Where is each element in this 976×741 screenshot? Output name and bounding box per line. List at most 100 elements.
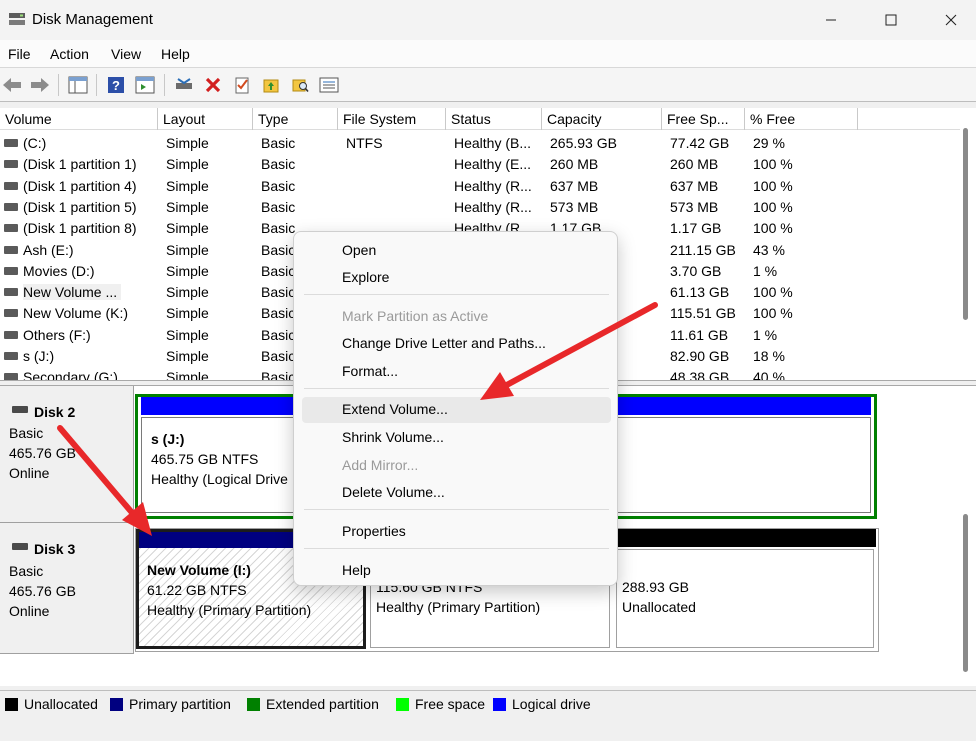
legend-label: Extended partition — [266, 696, 379, 712]
menu-item-explore[interactable]: Explore — [302, 265, 611, 291]
show-hide-action-pane-button[interactable] — [135, 75, 155, 95]
cell-layout: Simple — [166, 326, 209, 343]
maximize-button[interactable] — [868, 0, 914, 40]
column-header-file-system[interactable]: File System — [338, 108, 446, 130]
legend-primary-partition: Primary partition — [110, 696, 231, 712]
volume-list-scrollbar[interactable] — [961, 128, 969, 328]
volume-row[interactable]: (C:) Simple Basic NTFS Healthy (B... 265.93 G… — [0, 133, 960, 154]
cell-layout: Simple — [166, 156, 209, 173]
cell-capacity: 573 MB — [550, 198, 599, 215]
column-header-volume[interactable]: Volume — [0, 108, 158, 130]
cell-type: Basic — [261, 262, 296, 279]
menu-item-delete-volume[interactable]: Delete Volume... — [302, 480, 611, 506]
cell-free-space: 573 MB — [670, 198, 719, 215]
forward-arrow-icon — [31, 78, 49, 92]
column-header-layout[interactable]: Layout — [158, 108, 253, 130]
partition-name: New Volume (I:) — [147, 562, 251, 578]
column-header-free-space[interactable]: Free Sp... — [662, 108, 745, 130]
menu-item-format[interactable]: Format... — [302, 359, 611, 385]
toolbar-separator — [58, 74, 59, 96]
menu-separator — [304, 509, 609, 510]
menu-item-shrink-volume[interactable]: Shrink Volume... — [302, 425, 611, 451]
volume-row[interactable]: (Disk 1 partition 5) Simple Basic Healthy (… — [0, 197, 960, 218]
menu-item-open[interactable]: Open — [302, 238, 611, 264]
scrollbar-thumb[interactable] — [963, 128, 968, 320]
open-folder-button[interactable] — [261, 75, 281, 95]
cell-type: Basic — [261, 305, 296, 322]
menu-help[interactable]: Help — [161, 46, 190, 62]
folder-search-icon — [292, 79, 309, 93]
menu-item-mark-partition-active: Mark Partition as Active — [342, 308, 489, 324]
red-x-delete-icon — [205, 77, 221, 93]
view-list-button[interactable] — [319, 75, 339, 95]
cell-layout: Simple — [166, 348, 209, 364]
cell-volume: Secondary (G:) — [23, 369, 118, 380]
properties-button[interactable] — [232, 75, 252, 95]
volume-drive-icon — [4, 266, 18, 275]
svg-text:?: ? — [112, 78, 120, 93]
cell-layout: Simple — [166, 135, 209, 151]
cell-free-space: 211.15 GB — [670, 241, 736, 258]
menu-view[interactable]: View — [111, 46, 141, 62]
cell-free-space: 77.42 GB — [670, 135, 730, 151]
delete-button[interactable] — [203, 75, 223, 95]
menu-file[interactable]: File — [8, 46, 31, 62]
cell-capacity: 265.93 GB — [550, 135, 617, 151]
cell-status: Healthy (E... — [454, 156, 532, 173]
legend-swatch — [396, 697, 409, 711]
cell-free-space: 115.51 GB — [670, 305, 736, 322]
disk-name: Disk 3 — [34, 541, 76, 557]
title-bar: Disk Management — [0, 0, 976, 40]
volume-drive-icon — [4, 224, 18, 233]
cell-layout: Simple — [166, 284, 209, 301]
cell-percent-free: 100 % — [753, 284, 793, 301]
disk-3-label[interactable]: Disk 3 Basic 465.76 GB Online — [0, 523, 134, 654]
back-button[interactable] — [2, 75, 22, 95]
close-button[interactable] — [928, 0, 974, 40]
volume-row[interactable]: (Disk 1 partition 4) Simple Basic Healthy (… — [0, 176, 960, 197]
folder-up-icon — [263, 79, 279, 93]
legend-label: Logical drive — [512, 696, 591, 712]
menu-item-add-mirror: Add Mirror... — [342, 457, 419, 473]
partition-name: s (J:) — [151, 431, 185, 447]
scrollbar-thumb[interactable] — [963, 514, 968, 672]
minimize-button[interactable] — [808, 0, 854, 40]
menu-item-properties[interactable]: Properties — [302, 519, 611, 545]
menu-item-help[interactable]: Help — [302, 558, 611, 584]
cell-type: Basic — [261, 369, 296, 380]
column-header-status[interactable]: Status — [446, 108, 542, 130]
volume-row[interactable]: (Disk 1 partition 1) Simple Basic Healthy (… — [0, 154, 960, 175]
disk-2-label[interactable]: Disk 2 Basic 465.76 GB Online — [0, 386, 134, 523]
partition-status: Healthy (Primary Partition) — [376, 599, 541, 615]
window-title: Disk Management — [32, 11, 153, 28]
menu-action[interactable]: Action — [50, 46, 89, 62]
menu-item-change-drive-letter[interactable]: Change Drive Letter and Paths... — [302, 331, 611, 357]
cell-percent-free: 40 % — [753, 369, 785, 380]
cell-free-space: 82.90 GB — [670, 348, 730, 364]
column-header-percent-free[interactable]: % Free — [745, 108, 858, 130]
column-header-capacity[interactable]: Capacity — [542, 108, 662, 130]
unallocated-space[interactable]: 288.93 GB Unallocated — [614, 529, 876, 649]
help-button[interactable]: ? — [106, 75, 126, 95]
explore-search-button[interactable] — [290, 75, 310, 95]
column-header-type[interactable]: Type — [253, 108, 338, 130]
close-icon — [945, 14, 957, 26]
volume-drive-icon — [4, 202, 18, 211]
cell-type: Basic — [261, 177, 296, 194]
disk-map-scrollbar[interactable] — [961, 514, 969, 674]
minimize-icon — [826, 19, 836, 21]
volume-drive-icon — [4, 373, 18, 380]
forward-button[interactable] — [30, 75, 50, 95]
cell-layout: Simple — [166, 262, 209, 279]
partition-status: Healthy (Logical Drive — [151, 471, 288, 487]
cell-layout: Simple — [166, 369, 209, 380]
cell-layout: Simple — [166, 177, 209, 194]
checklist-properties-icon — [235, 77, 249, 94]
connect-virtual-disk-button[interactable] — [174, 75, 194, 95]
cell-volume: (Disk 1 partition 5) — [23, 198, 137, 215]
cell-type: Basic — [261, 156, 296, 173]
show-hide-console-tree-button[interactable] — [68, 75, 88, 95]
cell-layout: Simple — [166, 220, 209, 237]
legend-extended-partition: Extended partition — [247, 696, 379, 712]
menu-item-extend-volume[interactable]: Extend Volume... — [302, 397, 611, 423]
